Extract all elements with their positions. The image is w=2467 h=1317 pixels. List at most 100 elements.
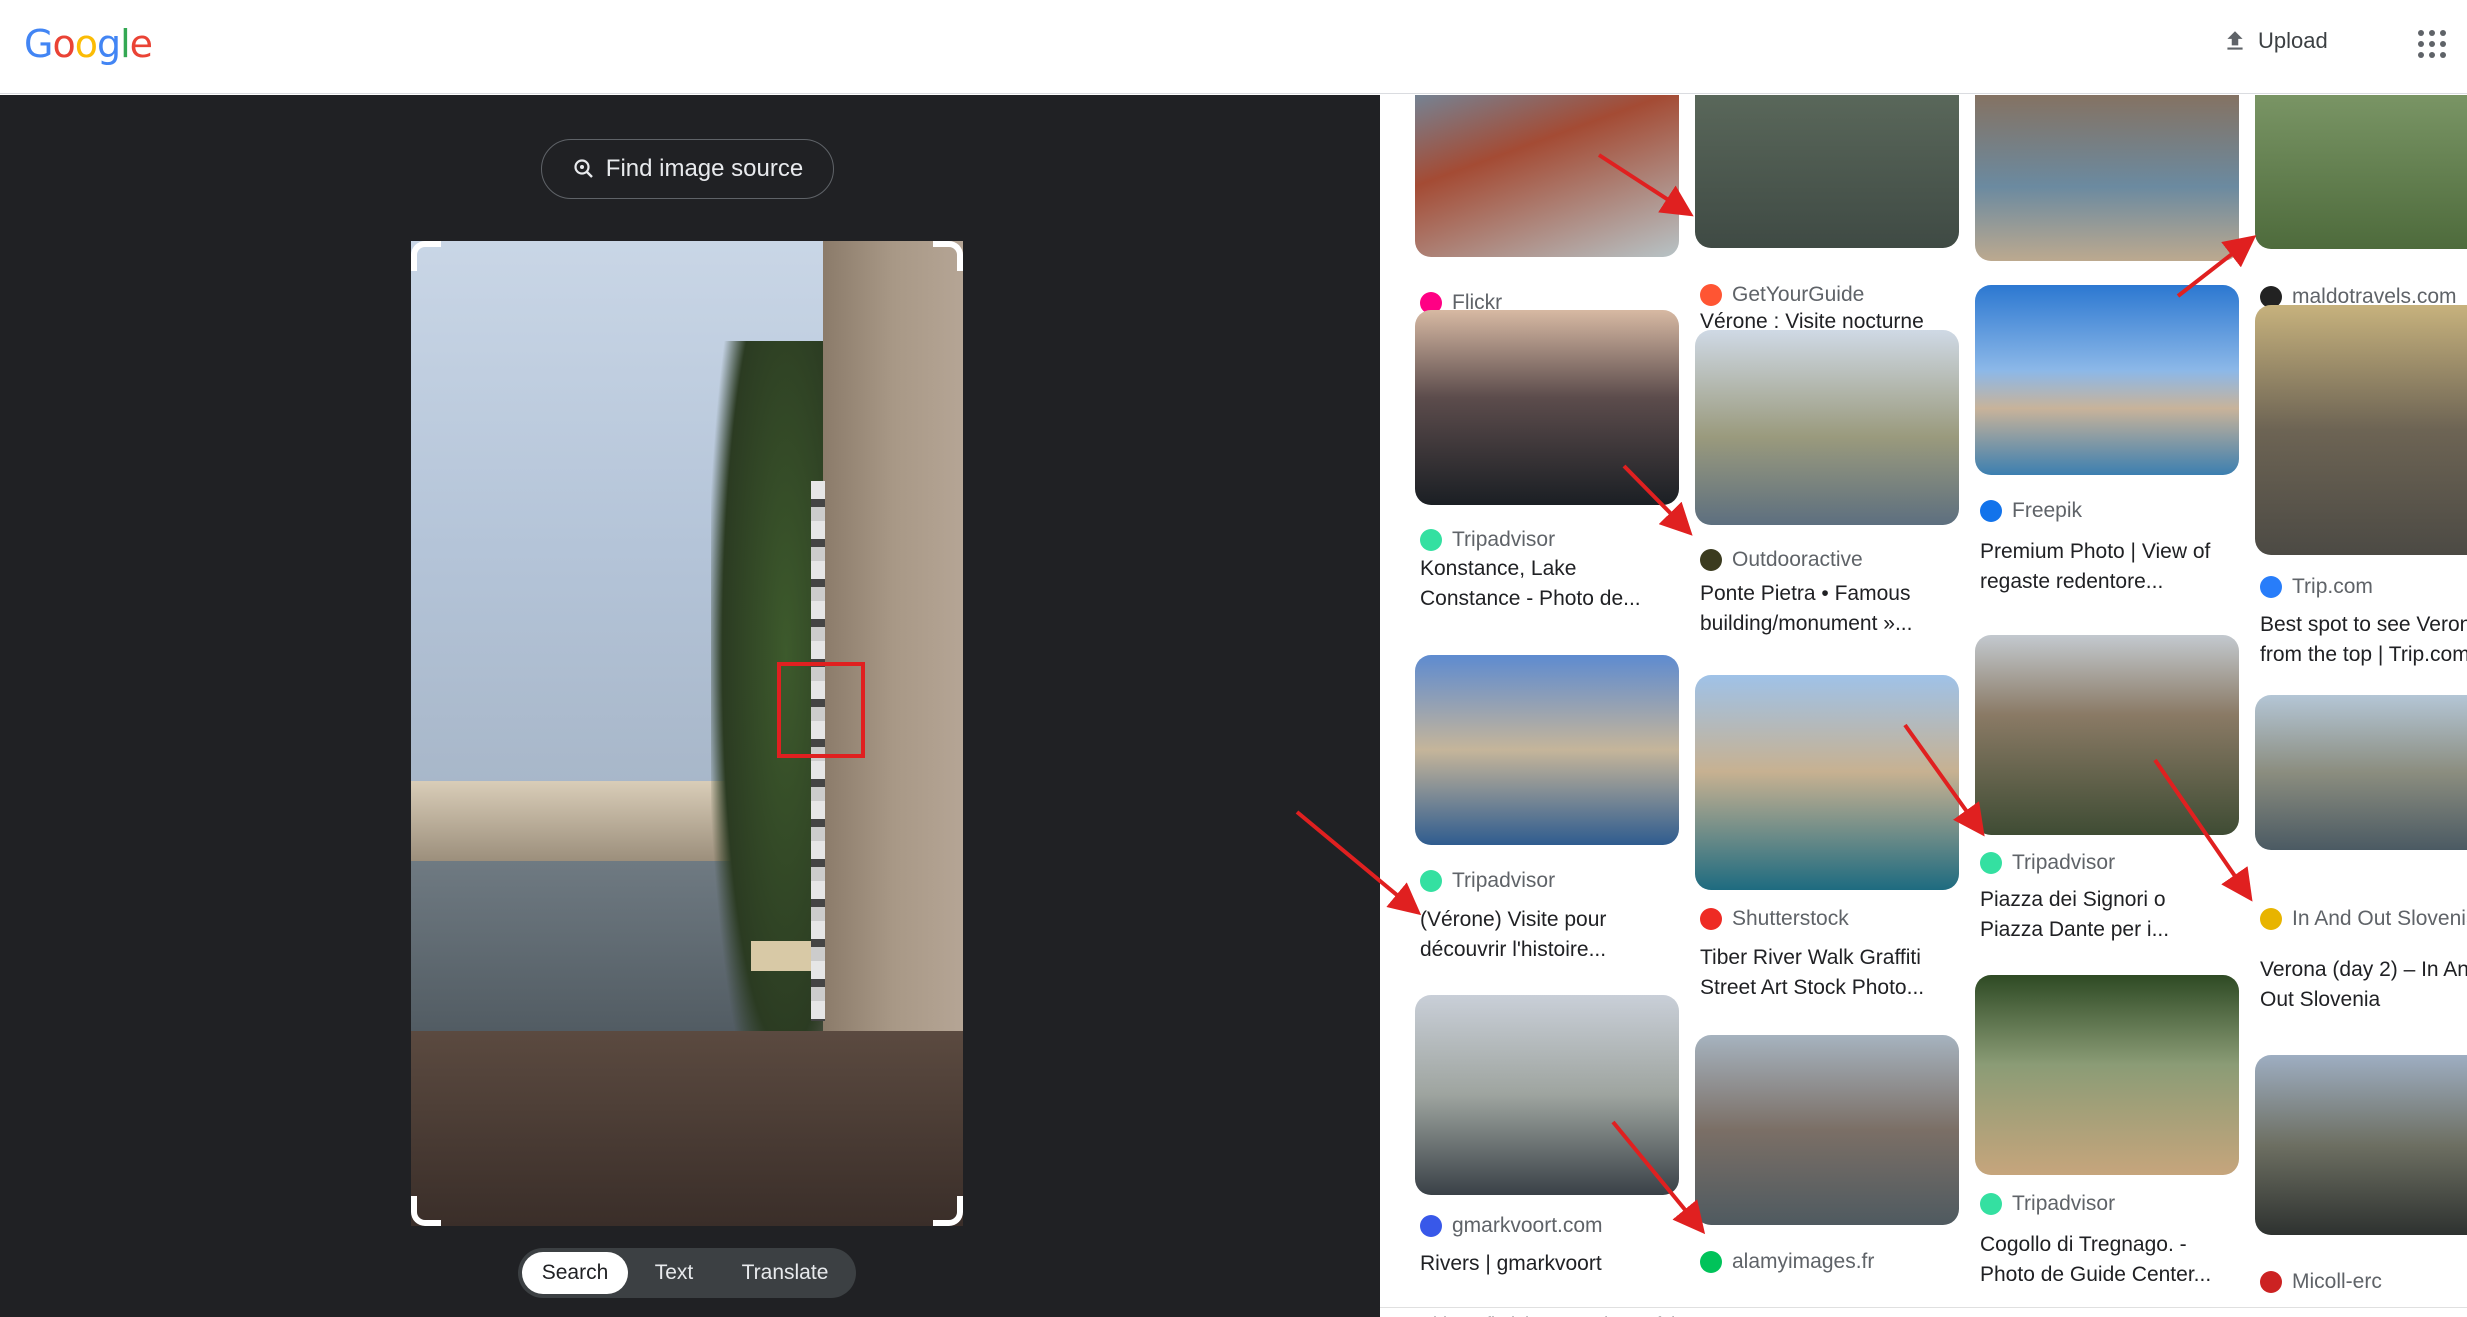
source-favicon-icon	[2260, 908, 2282, 930]
source-favicon-icon	[2260, 576, 2282, 598]
result-card[interactable]: Tripadvisor Cogollo di Tregnago. - Photo d…	[1975, 95, 2239, 1286]
result-title-line[interactable]: Cogollo di Tregnago. -	[1980, 1230, 2240, 1260]
lens-search-icon	[574, 159, 593, 178]
crop-handle-bottom-left[interactable]	[411, 1196, 441, 1226]
result-thumbnail[interactable]	[2255, 1055, 2467, 1235]
result-source[interactable]: Tripadvisor	[1980, 1192, 2115, 1216]
result-thumbnail[interactable]	[1975, 285, 2239, 475]
result-title-line[interactable]: regaste redentore...	[1980, 567, 2240, 597]
upload-label: Upload	[2258, 28, 2328, 53]
logo-letter: o	[74, 22, 98, 66]
result-source[interactable]: Freepik	[1980, 499, 2082, 523]
upload-icon	[2227, 31, 2243, 50]
google-logo[interactable]: Google	[24, 22, 153, 66]
upload-button[interactable]: Upload	[2222, 28, 2328, 54]
result-title-line[interactable]: Rivers | gmarkvoort	[1420, 1249, 1680, 1279]
result-title-line[interactable]: Constance - Photo de...	[1420, 584, 1680, 614]
apps-grid-icon[interactable]	[2418, 30, 2446, 58]
result-source[interactable]: Trip.com	[2260, 575, 2373, 599]
source-favicon-icon	[1700, 908, 1722, 930]
source-favicon-icon	[1700, 284, 1722, 306]
result-title-line[interactable]: Konstance, Lake	[1420, 554, 1680, 584]
crop-handle-top-left[interactable]	[411, 241, 441, 271]
source-favicon-icon	[1980, 500, 2002, 522]
mode-text-tab[interactable]: Text	[628, 1252, 720, 1294]
result-title-line[interactable]: Piazza dei Signori o	[1980, 885, 2240, 915]
result-source[interactable]: Tripadvisor	[1980, 851, 2115, 875]
logo-letter: l	[120, 22, 131, 66]
find-image-source-label: Find image source	[605, 155, 804, 182]
result-title-line[interactable]: Verona (day 2) – In And	[2260, 955, 2467, 985]
result-thumbnail[interactable]	[1975, 975, 2239, 1175]
result-title-line[interactable]: Best spot to see Verona	[2260, 610, 2467, 640]
result-source[interactable]: Micoll-erc	[2260, 1270, 2382, 1294]
result-source[interactable]: alamyimages.fr	[1700, 1250, 1874, 1274]
result-source[interactable]: Tripadvisor	[1420, 869, 1555, 893]
crop-handle-bottom-right[interactable]	[933, 1196, 963, 1226]
result-title-line[interactable]: découvrir l'histoire...	[1420, 935, 1680, 965]
result-title-line[interactable]: (Vérone) Visite pour	[1420, 905, 1680, 935]
result-title-line[interactable]: Street Art Stock Photo...	[1700, 973, 1960, 1003]
annotation-box	[777, 662, 865, 758]
result-thumbnail[interactable]	[1975, 95, 2239, 261]
source-favicon-icon	[1420, 529, 1442, 551]
result-card[interactable]: gmarkvoort.com Rivers | gmarkvoort	[1415, 95, 1679, 1275]
result-source[interactable]: gmarkvoort.com	[1420, 1214, 1603, 1238]
result-source[interactable]: Tripadvisor	[1420, 528, 1555, 552]
result-source-label: Tripadvisor	[2012, 851, 2116, 874]
mode-search-tab[interactable]: Search	[522, 1252, 628, 1294]
source-favicon-icon	[1700, 549, 1722, 571]
result-thumbnail[interactable]	[1695, 95, 1959, 248]
crop-handle-top-right[interactable]	[933, 241, 963, 271]
find-image-source-button[interactable]: Find image source	[541, 139, 834, 199]
logo-letter: e	[129, 22, 153, 66]
result-thumbnail[interactable]	[2255, 695, 2467, 850]
result-source-label: gmarkvoort.com	[1452, 1214, 1603, 1237]
result-title-line[interactable]: Piazza Dante per i...	[1980, 915, 2240, 945]
result-source[interactable]: Shutterstock	[1700, 907, 1849, 931]
source-favicon-icon	[1420, 1215, 1442, 1237]
result-thumbnail[interactable]	[2255, 305, 2467, 555]
result-source-label: Tripadvisor	[1452, 869, 1556, 892]
result-thumbnail[interactable]	[1695, 1035, 1959, 1225]
result-thumbnail[interactable]	[1695, 675, 1959, 890]
result-thumbnail[interactable]	[1415, 995, 1679, 1195]
result-card[interactable]: alamyimages.fr	[1695, 95, 1959, 1273]
result-thumbnail[interactable]	[1975, 635, 2239, 835]
result-thumbnail[interactable]	[1415, 310, 1679, 505]
source-favicon-icon	[2260, 1271, 2282, 1293]
result-card[interactable]: Micoll-erc	[2255, 95, 2467, 1293]
logo-letter: o	[52, 22, 75, 66]
result-source-label: In And Out Slovenia	[2292, 907, 2467, 930]
result-title-line[interactable]: Photo de Guide Center...	[1980, 1260, 2240, 1290]
visual-matches: Flickrcarlo scarpa, architect:the cangra…	[1380, 95, 2467, 1317]
result-thumbnail[interactable]	[1695, 330, 1959, 525]
result-title-line[interactable]: from the top | Trip.com	[2260, 640, 2467, 670]
result-source-label: Trip.com	[2292, 575, 2373, 598]
result-source-label: GetYourGuide	[1732, 283, 1865, 306]
feedback-bar: Did you find these results useful?Yes	[1380, 1307, 2467, 1317]
result-thumbnail[interactable]	[1415, 95, 1679, 257]
result-source[interactable]: In And Out Slovenia	[2260, 907, 2467, 931]
result-title-line[interactable]: Out Slovenia	[2260, 985, 2467, 1015]
result-source-label: Micoll-erc	[2292, 1270, 2382, 1293]
result-title-line[interactable]: Ponte Pietra • Famous	[1700, 579, 1960, 609]
source-favicon-icon	[1420, 870, 1442, 892]
logo-letter: g	[96, 22, 121, 66]
source-favicon-icon	[1980, 852, 2002, 874]
top-bar: Google Upload	[0, 0, 2467, 94]
source-favicon-icon	[1700, 1251, 1722, 1273]
result-title-line[interactable]: Tiber River Walk Graffiti	[1700, 943, 1960, 973]
result-source-label: Shutterstock	[1732, 907, 1849, 930]
result-source[interactable]: Outdooractive	[1700, 548, 1863, 572]
result-source-label: Outdooractive	[1732, 548, 1863, 571]
result-source[interactable]: GetYourGuide	[1700, 283, 1864, 307]
result-title-line[interactable]: Premium Photo | View of	[1980, 537, 2240, 567]
query-image[interactable]	[411, 241, 963, 1226]
result-title-line[interactable]: building/monument »...	[1700, 609, 1960, 639]
lens-image-panel: Find image source Search Text Translate	[0, 95, 1380, 1317]
mode-translate-tab[interactable]: Translate	[720, 1252, 850, 1294]
result-thumbnail[interactable]	[2255, 95, 2467, 249]
result-thumbnail[interactable]	[1415, 655, 1679, 845]
result-source-label: Freepik	[2012, 499, 2083, 522]
